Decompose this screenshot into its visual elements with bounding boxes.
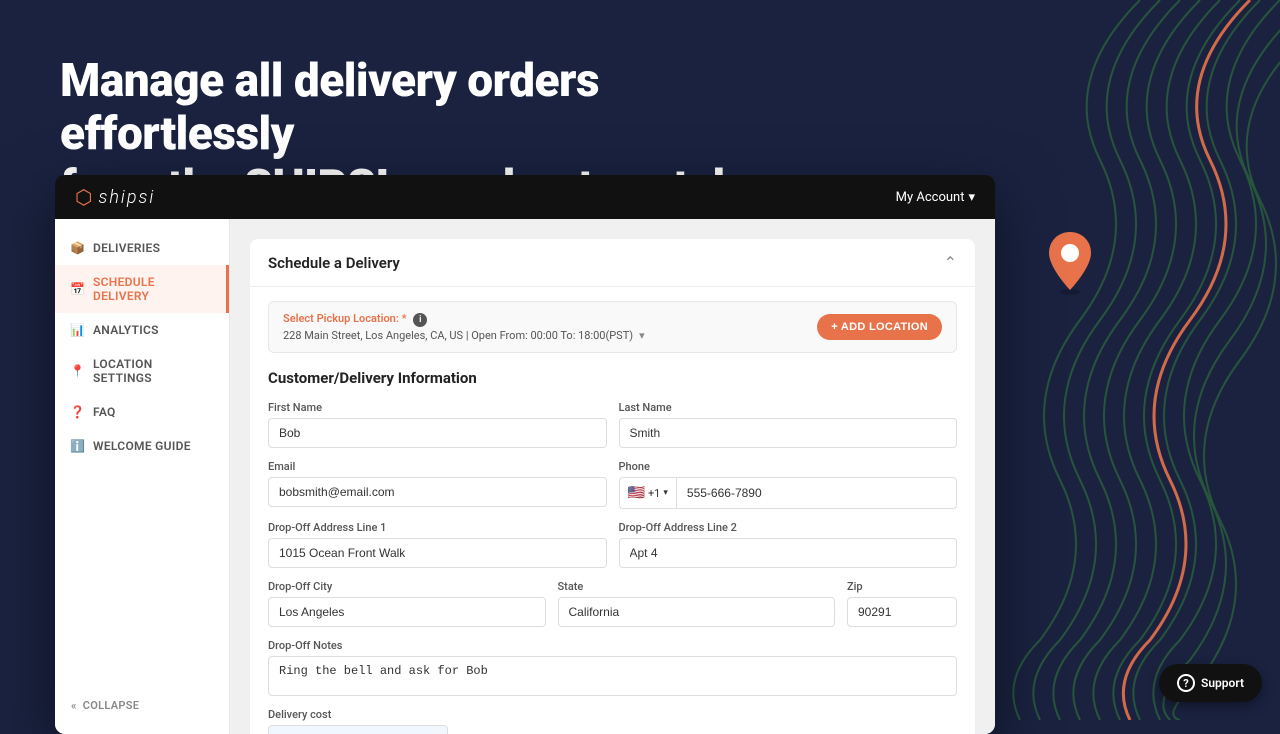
sidebar-item-label: SCHEDULE DELIVERY xyxy=(93,275,210,303)
last-name-group: Last Name xyxy=(619,401,958,448)
customer-info-heading: Customer/Delivery Information xyxy=(268,369,957,387)
zip-input[interactable] xyxy=(847,597,957,627)
cost-label: Delivery cost xyxy=(268,708,448,721)
zip-label: Zip xyxy=(847,580,957,593)
sidebar-item-deliveries[interactable]: 📦 DELIVERIES xyxy=(55,231,229,265)
address-line1-label: Drop-Off Address Line 1 xyxy=(268,521,607,534)
deliveries-icon: 📦 xyxy=(71,241,85,255)
phone-input-group: 🇺🇸 +1 ▾ xyxy=(619,477,958,509)
zip-group: Zip xyxy=(847,580,957,627)
email-input[interactable] xyxy=(268,477,607,507)
phone-prefix-text: +1 xyxy=(648,487,660,500)
state-group: State California xyxy=(558,580,836,627)
pickup-info-icon[interactable]: i xyxy=(413,313,427,327)
pickup-dropdown-icon[interactable]: ▾ xyxy=(639,329,645,342)
account-dropdown-icon: ▾ xyxy=(968,190,975,205)
city-label: Drop-Off City xyxy=(268,580,546,593)
pickup-address-text: 228 Main Street, Los Angeles, CA, US | O… xyxy=(283,329,633,342)
first-name-group: First Name xyxy=(268,401,607,448)
last-name-input[interactable] xyxy=(619,418,958,448)
email-phone-row: Email Phone 🇺🇸 +1 ▾ xyxy=(268,460,957,509)
schedule-collapse-button[interactable]: ⌃ xyxy=(944,253,957,272)
sidebar-item-welcome-guide[interactable]: ℹ️ WELCOME GUIDE xyxy=(55,429,229,463)
name-row: First Name Last Name xyxy=(268,401,957,448)
sidebar-item-label: DELIVERIES xyxy=(93,241,160,255)
flag-icon: 🇺🇸 xyxy=(628,485,645,501)
address-line1-input[interactable] xyxy=(268,538,607,568)
state-label: State xyxy=(558,580,836,593)
address-line2-label: Drop-Off Address Line 2 xyxy=(619,521,958,534)
support-button[interactable]: ? Support xyxy=(1159,664,1262,702)
nav-bar: ⬡ shipsi My Account ▾ xyxy=(55,175,995,219)
notes-group: Drop-Off Notes Ring the bell and ask for… xyxy=(268,639,957,696)
sidebar: 📦 DELIVERIES 📅 SCHEDULE DELIVERY 📊 ANALY… xyxy=(55,219,230,734)
logo-text: shipsi xyxy=(98,187,155,208)
collapse-label: COLLAPSE xyxy=(83,699,140,712)
account-menu[interactable]: My Account ▾ xyxy=(896,190,975,205)
first-name-input[interactable] xyxy=(268,418,607,448)
sidebar-item-faq[interactable]: ❓ FAQ xyxy=(55,395,229,429)
map-pin-icon xyxy=(1045,230,1095,290)
notes-label: Drop-Off Notes xyxy=(268,639,957,652)
email-group: Email xyxy=(268,460,607,509)
main-layout: 📦 DELIVERIES 📅 SCHEDULE DELIVERY 📊 ANALY… xyxy=(55,219,995,734)
portal-window: ⬡ shipsi My Account ▾ 📦 DELIVERIES 📅 SCH… xyxy=(55,175,995,734)
address-line2-group: Drop-Off Address Line 2 xyxy=(619,521,958,568)
sidebar-item-analytics[interactable]: 📊 ANALYTICS xyxy=(55,313,229,347)
first-name-label: First Name xyxy=(268,401,607,414)
sidebar-item-schedule-delivery[interactable]: 📅 SCHEDULE DELIVERY xyxy=(55,265,229,313)
address-row: Drop-Off Address Line 1 Drop-Off Address… xyxy=(268,521,957,568)
add-location-button[interactable]: + ADD LOCATION xyxy=(817,314,942,340)
notes-textarea[interactable]: Ring the bell and ask for Bob xyxy=(268,656,957,696)
phone-label: Phone xyxy=(619,460,958,473)
schedule-icon: 📅 xyxy=(71,282,85,296)
logo: ⬡ shipsi xyxy=(75,185,155,209)
city-group: Drop-Off City xyxy=(268,580,546,627)
last-name-label: Last Name xyxy=(619,401,958,414)
support-circle-icon: ? xyxy=(1177,674,1195,692)
pickup-label: Select Pickup Location: * i xyxy=(283,312,817,327)
sidebar-nav: 📦 DELIVERIES 📅 SCHEDULE DELIVERY 📊 ANALY… xyxy=(55,231,229,689)
sidebar-item-label: LOCATION SETTINGS xyxy=(93,357,213,385)
schedule-title: Schedule a Delivery xyxy=(268,254,400,272)
notes-row: Drop-Off Notes Ring the bell and ask for… xyxy=(268,639,957,696)
collapse-icon: « xyxy=(71,699,77,712)
cost-group: Delivery cost If this delivery price app… xyxy=(268,708,448,734)
email-label: Email xyxy=(268,460,607,473)
location-icon: 📍 xyxy=(71,364,85,378)
sidebar-item-label: FAQ xyxy=(93,405,116,419)
schedule-header: Schedule a Delivery ⌃ xyxy=(250,239,975,287)
sidebar-item-label: WELCOME GUIDE xyxy=(93,439,191,453)
phone-input[interactable] xyxy=(676,477,957,509)
cost-input[interactable] xyxy=(268,725,448,734)
collapse-button[interactable]: « COLLAPSE xyxy=(55,689,229,722)
phone-group: Phone 🇺🇸 +1 ▾ xyxy=(619,460,958,509)
sidebar-item-location-settings[interactable]: 📍 LOCATION SETTINGS xyxy=(55,347,229,395)
cost-row: Delivery cost If this delivery price app… xyxy=(268,708,957,734)
faq-icon: ❓ xyxy=(71,405,85,419)
city-state-zip-row: Drop-Off City State California xyxy=(268,580,957,627)
guide-icon: ℹ️ xyxy=(71,439,85,453)
analytics-icon: 📊 xyxy=(71,323,85,337)
schedule-card: Schedule a Delivery ⌃ Select Pickup Loca… xyxy=(250,239,975,734)
address-line2-input[interactable] xyxy=(619,538,958,568)
state-select[interactable]: California xyxy=(558,597,836,627)
support-label: Support xyxy=(1201,676,1244,690)
city-input[interactable] xyxy=(268,597,546,627)
account-label: My Account xyxy=(896,190,965,205)
phone-prefix[interactable]: 🇺🇸 +1 ▾ xyxy=(619,477,676,509)
pickup-section: Select Pickup Location: * i 228 Main Str… xyxy=(268,301,957,353)
pickup-address: 228 Main Street, Los Angeles, CA, US | O… xyxy=(283,329,817,342)
main-content: Schedule a Delivery ⌃ Select Pickup Loca… xyxy=(230,219,995,734)
sidebar-item-label: ANALYTICS xyxy=(93,323,159,337)
logo-icon: ⬡ xyxy=(75,185,92,209)
phone-dropdown-icon: ▾ xyxy=(663,488,668,498)
address-line1-group: Drop-Off Address Line 1 xyxy=(268,521,607,568)
form-body: Select Pickup Location: * i 228 Main Str… xyxy=(250,287,975,734)
